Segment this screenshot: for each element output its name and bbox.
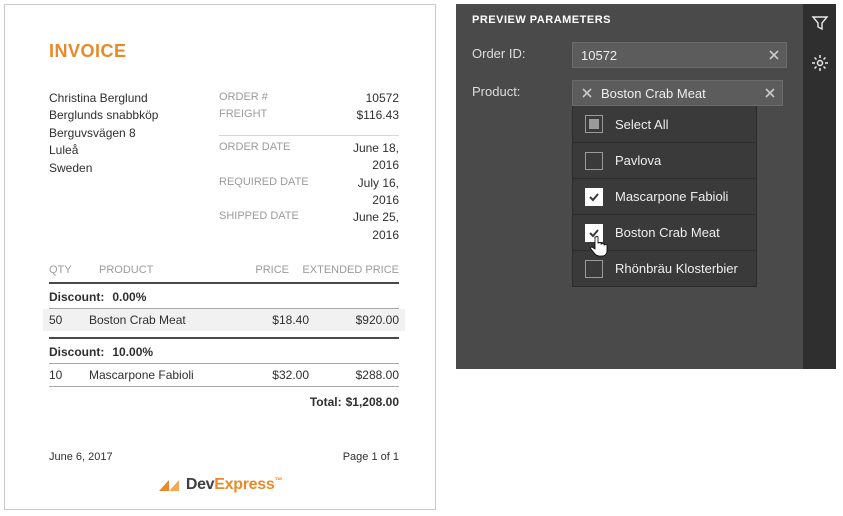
freight-label: FREIGHT (219, 107, 329, 124)
col-ext: EXTENDED PRICE (289, 264, 399, 276)
checkbox-unchecked-icon[interactable] (585, 260, 603, 278)
total-value: $1,208.00 (346, 395, 399, 409)
customer-company: Berglunds snabbköp (49, 107, 219, 124)
product-dropdown: Select All Pavlova Mascarpone Fabioli (572, 105, 757, 287)
line-item: 10 Mascarpone Fabioli $32.00 $288.00 (49, 364, 399, 386)
line-item: 50 Boston Crab Meat $18.40 $920.00 (43, 309, 405, 331)
col-price: PRICE (209, 264, 289, 276)
clear-orderid-icon[interactable] (766, 47, 782, 63)
order-num-label: ORDER # (219, 90, 329, 107)
customer-address-block: Christina Berglund Berglunds snabbköp Be… (49, 90, 219, 244)
brand-logo: DevExpress™ (5, 476, 435, 495)
devexpress-swoosh-icon (158, 478, 180, 492)
dropdown-select-all[interactable]: Select All (573, 106, 756, 142)
checkbox-indeterminate-icon[interactable] (585, 115, 603, 133)
orderid-input[interactable]: 10572 (572, 42, 787, 68)
tag-remove-left-icon[interactable] (579, 85, 595, 101)
reqdate-label: REQUIRED DATE (219, 175, 329, 210)
shipdate-label: SHIPPED DATE (219, 209, 329, 244)
dropdown-option-mascarpone[interactable]: Mascarpone Fabioli (573, 178, 756, 214)
discount-row: Discount: 10.00% (49, 339, 399, 363)
total-row: Total: $1,208.00 (49, 387, 399, 417)
col-qty: QTY (49, 264, 99, 276)
product-tag-text: Boston Crab Meat (601, 86, 706, 101)
parameters-sidebar (803, 4, 836, 369)
customer-name: Christina Berglund (49, 90, 219, 107)
discount-row: Discount: 0.00% (49, 284, 399, 308)
orderid-label: Order ID: (472, 42, 572, 61)
orderdate-value: June 18, 2016 (329, 140, 399, 175)
customer-city: Luleå (49, 142, 219, 159)
customer-country: Sweden (49, 160, 219, 177)
orderid-value: 10572 (581, 48, 766, 63)
order-num-value: 10572 (329, 90, 399, 107)
discount-value: 10.00% (112, 345, 153, 359)
gear-icon[interactable] (811, 54, 829, 72)
dropdown-option-rhonbrau[interactable]: Rhönbräu Klosterbier (573, 250, 756, 286)
reqdate-value: July 16, 2016 (329, 175, 399, 210)
preview-parameters-panel: PREVIEW PARAMETERS Order ID: 10572 Produ… (456, 4, 836, 369)
discount-value: 0.00% (112, 290, 146, 304)
dropdown-option-boston-crab[interactable]: Boston Crab Meat (573, 214, 756, 250)
checkbox-checked-icon[interactable] (585, 188, 603, 206)
checkbox-checked-icon[interactable] (585, 224, 603, 242)
footer-date: June 6, 2017 (49, 451, 113, 463)
filter-funnel-icon[interactable] (811, 14, 829, 32)
invoice-title: INVOICE (49, 41, 399, 62)
shipdate-value: June 25, 2016 (329, 209, 399, 244)
table-header: QTY PRODUCT PRICE EXTENDED PRICE (49, 264, 399, 276)
customer-street: Berguvsvägen 8 (49, 125, 219, 142)
freight-value: $116.43 (329, 107, 399, 124)
footer-page: Page 1 of 1 (343, 451, 399, 463)
orderdate-label: ORDER DATE (219, 140, 329, 175)
product-label: Product: (472, 80, 572, 99)
parameters-header: PREVIEW PARAMETERS (456, 4, 803, 36)
checkbox-unchecked-icon[interactable] (585, 152, 603, 170)
product-tag[interactable]: Boston Crab Meat (572, 80, 783, 106)
invoice-document: INVOICE Christina Berglund Berglunds sna… (4, 4, 436, 510)
tag-remove-right-icon[interactable] (762, 85, 778, 101)
col-product: PRODUCT (99, 264, 209, 276)
dropdown-option-pavlova[interactable]: Pavlova (573, 142, 756, 178)
